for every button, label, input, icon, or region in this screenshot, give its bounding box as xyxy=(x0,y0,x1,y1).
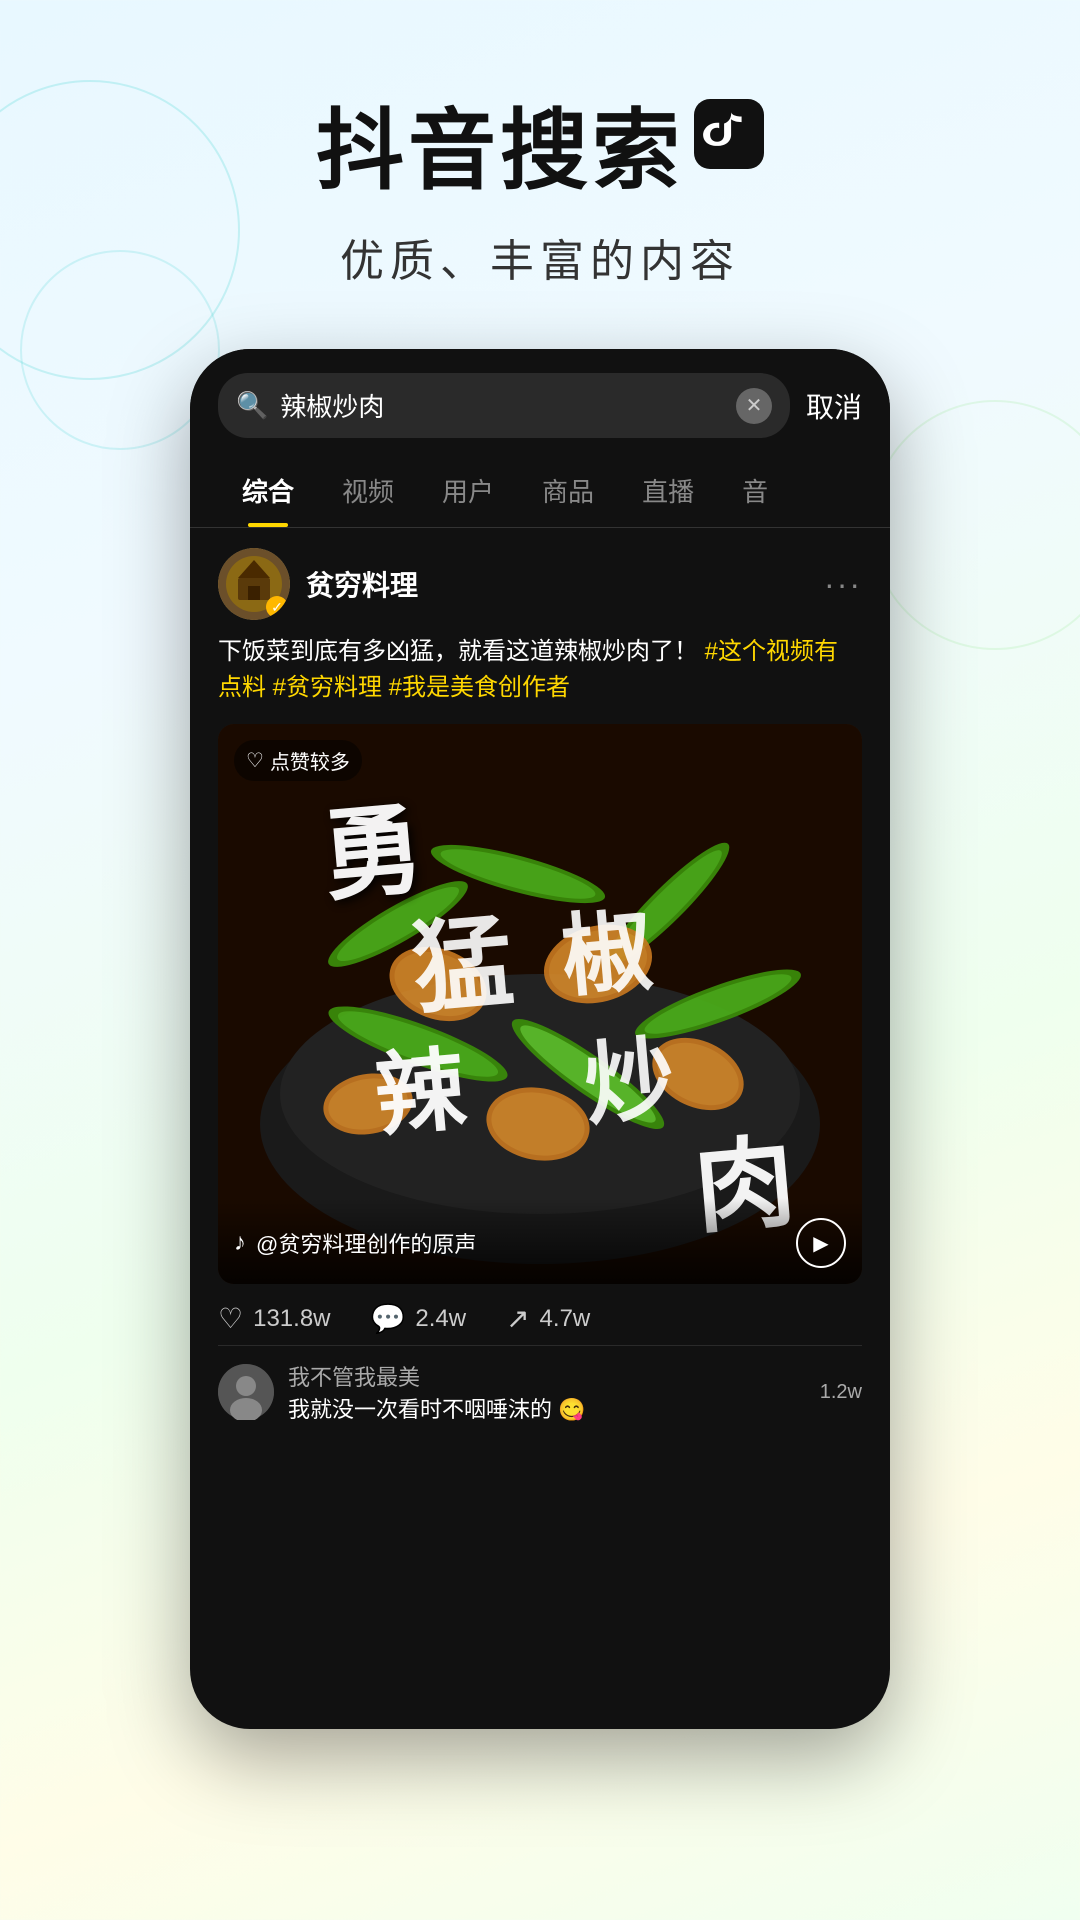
content-area: ✓ 贫穷料理 ··· 下饭菜到底有多凶猛，就看这道辣椒炒肉了！ #这个视频有点料… xyxy=(190,528,890,1454)
search-query: 辣椒炒肉 xyxy=(280,387,724,424)
comment-likes: 1.2w xyxy=(820,1381,862,1404)
svg-text:炒: 炒 xyxy=(580,1030,678,1136)
username: 贫穷料理 xyxy=(306,564,418,604)
comment-text: 我就没一次看时不咽唾沫的 😋 xyxy=(288,1392,806,1424)
likes-count[interactable]: ♡ 131.8w xyxy=(218,1302,331,1335)
tab-product[interactable]: 商品 xyxy=(518,462,618,527)
cancel-button[interactable]: 取消 xyxy=(806,386,862,426)
verified-badge: ✓ xyxy=(266,596,288,618)
tab-comprehensive[interactable]: 综合 xyxy=(218,462,318,527)
sound-info: ♪ @贫穷料理创作的原声 xyxy=(234,1227,476,1259)
play-icon: ▶ xyxy=(813,1231,828,1256)
post-text: 下饭菜到底有多凶猛，就看这道辣椒炒肉了！ #这个视频有点料 #贫穷料理 #我是美… xyxy=(218,634,862,706)
svg-text:勇: 勇 xyxy=(318,794,427,913)
commenter-avatar xyxy=(218,1364,274,1420)
comments-section: 我不管我最美 我就没一次看时不咽唾沫的 😋 1.2w xyxy=(218,1346,862,1424)
tab-video[interactable]: 视频 xyxy=(318,462,418,527)
tab-user[interactable]: 用户 xyxy=(418,462,518,527)
tab-sound[interactable]: 音 xyxy=(718,462,792,527)
heart-icon: ♡ xyxy=(218,1302,243,1335)
shares-value: 4.7w xyxy=(540,1305,591,1333)
comments-count[interactable]: 💬 2.4w xyxy=(371,1302,467,1335)
share-icon: ↗ xyxy=(506,1302,529,1335)
tab-live[interactable]: 直播 xyxy=(618,462,718,527)
search-input-wrapper[interactable]: 🔍 辣椒炒肉 ✕ xyxy=(218,373,790,438)
header-section: 抖音搜索 优质、丰富的内容 xyxy=(0,0,1080,329)
user-card: ✓ 贫穷料理 ··· xyxy=(218,548,862,620)
subtitle-text: 优质、丰富的内容 xyxy=(0,225,1080,289)
phone-wrapper: 🔍 辣椒炒肉 ✕ 取消 综合 视频 用户 商品 直播 xyxy=(0,349,1080,1729)
user-info: ✓ 贫穷料理 xyxy=(218,548,418,620)
music-note-icon: ♪ xyxy=(234,1229,246,1257)
comment-row: 我不管我最美 我就没一次看时不咽唾沫的 😋 1.2w xyxy=(218,1360,862,1424)
phone-frame: 🔍 辣椒炒肉 ✕ 取消 综合 视频 用户 商品 直播 xyxy=(190,349,890,1729)
badge-text: 点赞较多 xyxy=(270,746,350,775)
likes-value: 131.8w xyxy=(253,1305,330,1333)
post-main-text: 下饭菜到底有多凶猛，就看这道辣椒炒肉了！ xyxy=(218,638,698,665)
sound-bar: ♪ @贫穷料理创作的原声 ▶ xyxy=(218,1198,862,1284)
title-row: 抖音搜索 xyxy=(0,80,1080,207)
svg-text:椒: 椒 xyxy=(558,902,656,1008)
play-button[interactable]: ▶ xyxy=(796,1218,846,1268)
badge-heart-icon: ♡ xyxy=(246,748,264,773)
search-icon: 🔍 xyxy=(236,390,268,421)
comment-icon: 💬 xyxy=(371,1302,406,1335)
comment-content: 我不管我最美 我就没一次看时不咽唾沫的 😋 xyxy=(288,1360,806,1424)
engagement-bar: ♡ 131.8w 💬 2.4w ↗ 4.7w xyxy=(218,1284,862,1346)
video-badge: ♡ 点赞较多 xyxy=(234,740,362,781)
app-title: 抖音搜索 xyxy=(316,80,684,207)
commenter-name: 我不管我最美 xyxy=(288,1360,806,1392)
shares-count[interactable]: ↗ 4.7w xyxy=(506,1302,590,1335)
svg-text:辣: 辣 xyxy=(371,1041,470,1148)
tiktok-logo-icon xyxy=(694,99,764,169)
search-bar-area: 🔍 辣椒炒肉 ✕ 取消 xyxy=(190,349,890,438)
svg-text:猛: 猛 xyxy=(409,907,518,1026)
clear-button[interactable]: ✕ xyxy=(736,388,772,424)
avatar: ✓ xyxy=(218,548,290,620)
tabs-bar: 综合 视频 用户 商品 直播 音 xyxy=(190,446,890,528)
comments-value: 2.4w xyxy=(415,1305,466,1333)
video-container[interactable]: ♡ 点赞较多 xyxy=(218,724,862,1284)
sound-text: @贫穷料理创作的原声 xyxy=(256,1227,476,1259)
clear-icon: ✕ xyxy=(746,393,763,418)
more-options-button[interactable]: ··· xyxy=(824,566,862,603)
